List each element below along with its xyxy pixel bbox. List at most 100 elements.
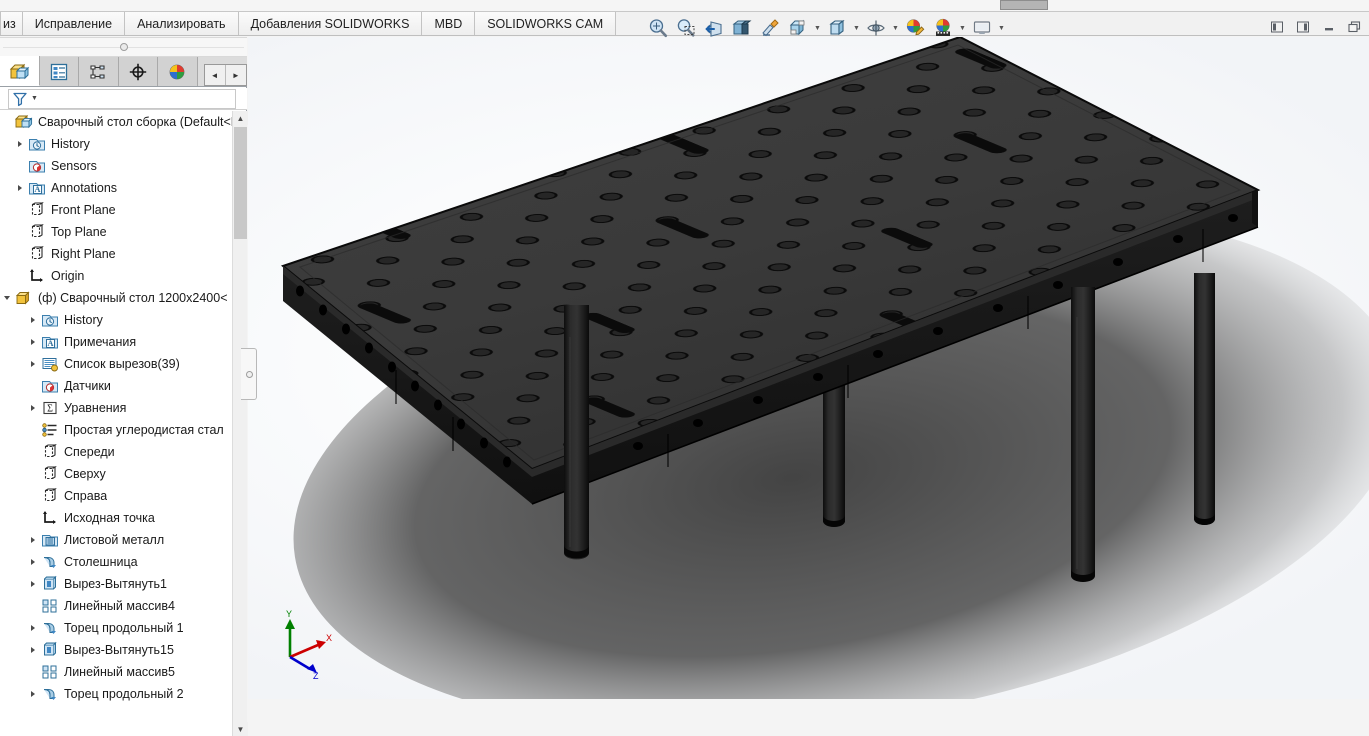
tree-row[interactable]: Торец продольный 1: [0, 617, 232, 639]
minimize-button[interactable]: [1319, 18, 1339, 36]
tab-ispravlenie[interactable]: Исправление: [22, 12, 126, 35]
tree-expand-toggle-icon[interactable]: [26, 353, 40, 375]
hide-show-caret-icon[interactable]: ▼: [891, 17, 900, 39]
tree-row[interactable]: Торец продольный 2: [0, 683, 232, 705]
panel-tab-prev-icon[interactable]: ◄: [205, 65, 226, 85]
edit-appearance-icon[interactable]: [902, 15, 928, 41]
table-leg-far-right: [1194, 273, 1215, 525]
previous-view-icon[interactable]: [701, 15, 727, 41]
tab-mbd[interactable]: MBD: [422, 12, 476, 35]
tree-row[interactable]: Спереди: [0, 441, 232, 463]
display-style-icon[interactable]: [824, 15, 850, 41]
tree-item-label: Сверху: [64, 467, 106, 481]
equations-icon: Σ: [40, 398, 60, 418]
splitter-handle-dot[interactable]: [120, 43, 128, 51]
tree-row[interactable]: Исходная точка: [0, 507, 232, 529]
view-settings-icon[interactable]: [969, 15, 995, 41]
tree-item-label: History: [51, 137, 90, 151]
tree-expand-toggle-icon[interactable]: [26, 617, 40, 639]
apply-scene-caret-icon[interactable]: ▼: [958, 17, 967, 39]
display-style-caret-icon[interactable]: ▼: [852, 17, 861, 39]
panel-tab-nav[interactable]: ◄ ►: [203, 64, 247, 86]
tree-expand-toggle-icon[interactable]: [26, 551, 40, 573]
linearpattern-icon: [40, 596, 60, 616]
tree-row[interactable]: Sensors: [0, 155, 232, 177]
tree-expand-toggle-icon[interactable]: [13, 133, 27, 155]
panel-vertical-splitter[interactable]: [241, 348, 257, 400]
tree-no-toggle: [26, 463, 40, 485]
feature-tree[interactable]: Сварочный стол сборка (Default<D History S…: [0, 111, 232, 736]
tree-row[interactable]: Справа: [0, 485, 232, 507]
tree-expand-toggle-icon[interactable]: [26, 331, 40, 353]
graphics-viewport[interactable]: Y X Z: [248, 37, 1369, 699]
configuration-manager-tab[interactable]: [79, 57, 119, 86]
tree-row[interactable]: A Annotations: [0, 177, 232, 199]
tree-row[interactable]: Линейный массив5: [0, 661, 232, 683]
tree-row[interactable]: (ф) Сварочный стол 1200x2400<: [0, 287, 232, 309]
panel-horizontal-splitter[interactable]: [0, 37, 247, 57]
tree-row[interactable]: Right Plane: [0, 243, 232, 265]
tree-item-label: Примечания: [64, 335, 137, 349]
tree-scrollbar[interactable]: ▲ ▼: [232, 111, 248, 736]
tree-no-toggle: [26, 485, 40, 507]
tree-item-label: Датчики: [64, 379, 111, 393]
tree-item-label: Простая углеродистая стал: [64, 423, 224, 437]
tree-row[interactable]: History: [0, 133, 232, 155]
tree-scroll-up-icon[interactable]: ▲: [233, 111, 248, 125]
apply-scene-icon[interactable]: [930, 15, 956, 41]
filter-caret-icon[interactable]: ▼: [31, 95, 38, 102]
restore-left-button[interactable]: [1267, 18, 1287, 36]
view-settings-caret-icon[interactable]: ▼: [997, 17, 1006, 39]
tree-row[interactable]: Список вырезов(39): [0, 353, 232, 375]
property-manager-tab[interactable]: [39, 57, 79, 86]
collapsed-toolbar-tab[interactable]: [1000, 0, 1048, 10]
tree-expand-toggle-icon[interactable]: [26, 529, 40, 551]
tree-row[interactable]: Сварочный стол сборка (Default<D: [0, 111, 232, 133]
tree-expand-toggle-icon[interactable]: [26, 683, 40, 705]
tab-dobavleniya-solidworks[interactable]: Добавления SOLIDWORKS: [238, 12, 423, 35]
tree-row[interactable]: Front Plane: [0, 199, 232, 221]
restore-right-button[interactable]: [1293, 18, 1313, 36]
feature-manager-tab[interactable]: [0, 56, 40, 86]
panel-tab-next-icon[interactable]: ►: [226, 65, 246, 85]
tab-analizirovat[interactable]: Анализировать: [125, 12, 239, 35]
tree-row[interactable]: Origin: [0, 265, 232, 287]
tree-row[interactable]: Столешница: [0, 551, 232, 573]
tree-expand-toggle-icon[interactable]: [26, 639, 40, 661]
chevron-right-icon: [31, 559, 35, 565]
tree-row[interactable]: Сверху: [0, 463, 232, 485]
maximize-button[interactable]: [1345, 18, 1365, 36]
tree-scroll-down-icon[interactable]: ▼: [233, 722, 248, 736]
tree-row[interactable]: Вырез-Вытянуть1: [0, 573, 232, 595]
tab-0[interactable]: из: [0, 12, 23, 35]
hide-show-items-icon[interactable]: [863, 15, 889, 41]
tree-expand-toggle-icon[interactable]: [26, 573, 40, 595]
tree-row[interactable]: History: [0, 309, 232, 331]
tree-row[interactable]: Датчики: [0, 375, 232, 397]
tree-expand-toggle-icon[interactable]: [26, 397, 40, 419]
tree-filter-input[interactable]: ▼: [8, 88, 236, 109]
dynamic-section-icon[interactable]: [757, 15, 783, 41]
view-orientation-icon[interactable]: [785, 15, 811, 41]
vertical-splitter-dot[interactable]: [246, 371, 253, 378]
tab-solidworks-cam[interactable]: SOLIDWORKS CAM: [475, 12, 617, 35]
view-orientation-caret-icon[interactable]: ▼: [813, 17, 822, 39]
tree-row[interactable]: Простая углеродистая стал: [0, 419, 232, 441]
zoom-to-area-icon[interactable]: [673, 15, 699, 41]
display-manager-tab[interactable]: [158, 57, 198, 86]
tree-expand-toggle-icon[interactable]: [26, 309, 40, 331]
tree-expand-toggle-icon[interactable]: [13, 177, 27, 199]
tree-row[interactable]: Σ Уравнения: [0, 397, 232, 419]
tree-item-label: Вырез-Вытянуть15: [64, 643, 174, 657]
tree-row[interactable]: Линейный массив4: [0, 595, 232, 617]
tree-row[interactable]: A Примечания: [0, 331, 232, 353]
zoom-to-fit-icon[interactable]: [645, 15, 671, 41]
section-view-icon[interactable]: [729, 15, 755, 41]
tree-row[interactable]: Листовой металл: [0, 529, 232, 551]
tree-row[interactable]: Top Plane: [0, 221, 232, 243]
tree-expand-toggle-icon[interactable]: [0, 287, 14, 309]
tree-item-label: Right Plane: [51, 247, 116, 261]
tree-scroll-thumb[interactable]: [234, 127, 247, 239]
dimxpert-manager-tab[interactable]: [118, 57, 158, 86]
tree-row[interactable]: Вырез-Вытянуть15: [0, 639, 232, 661]
